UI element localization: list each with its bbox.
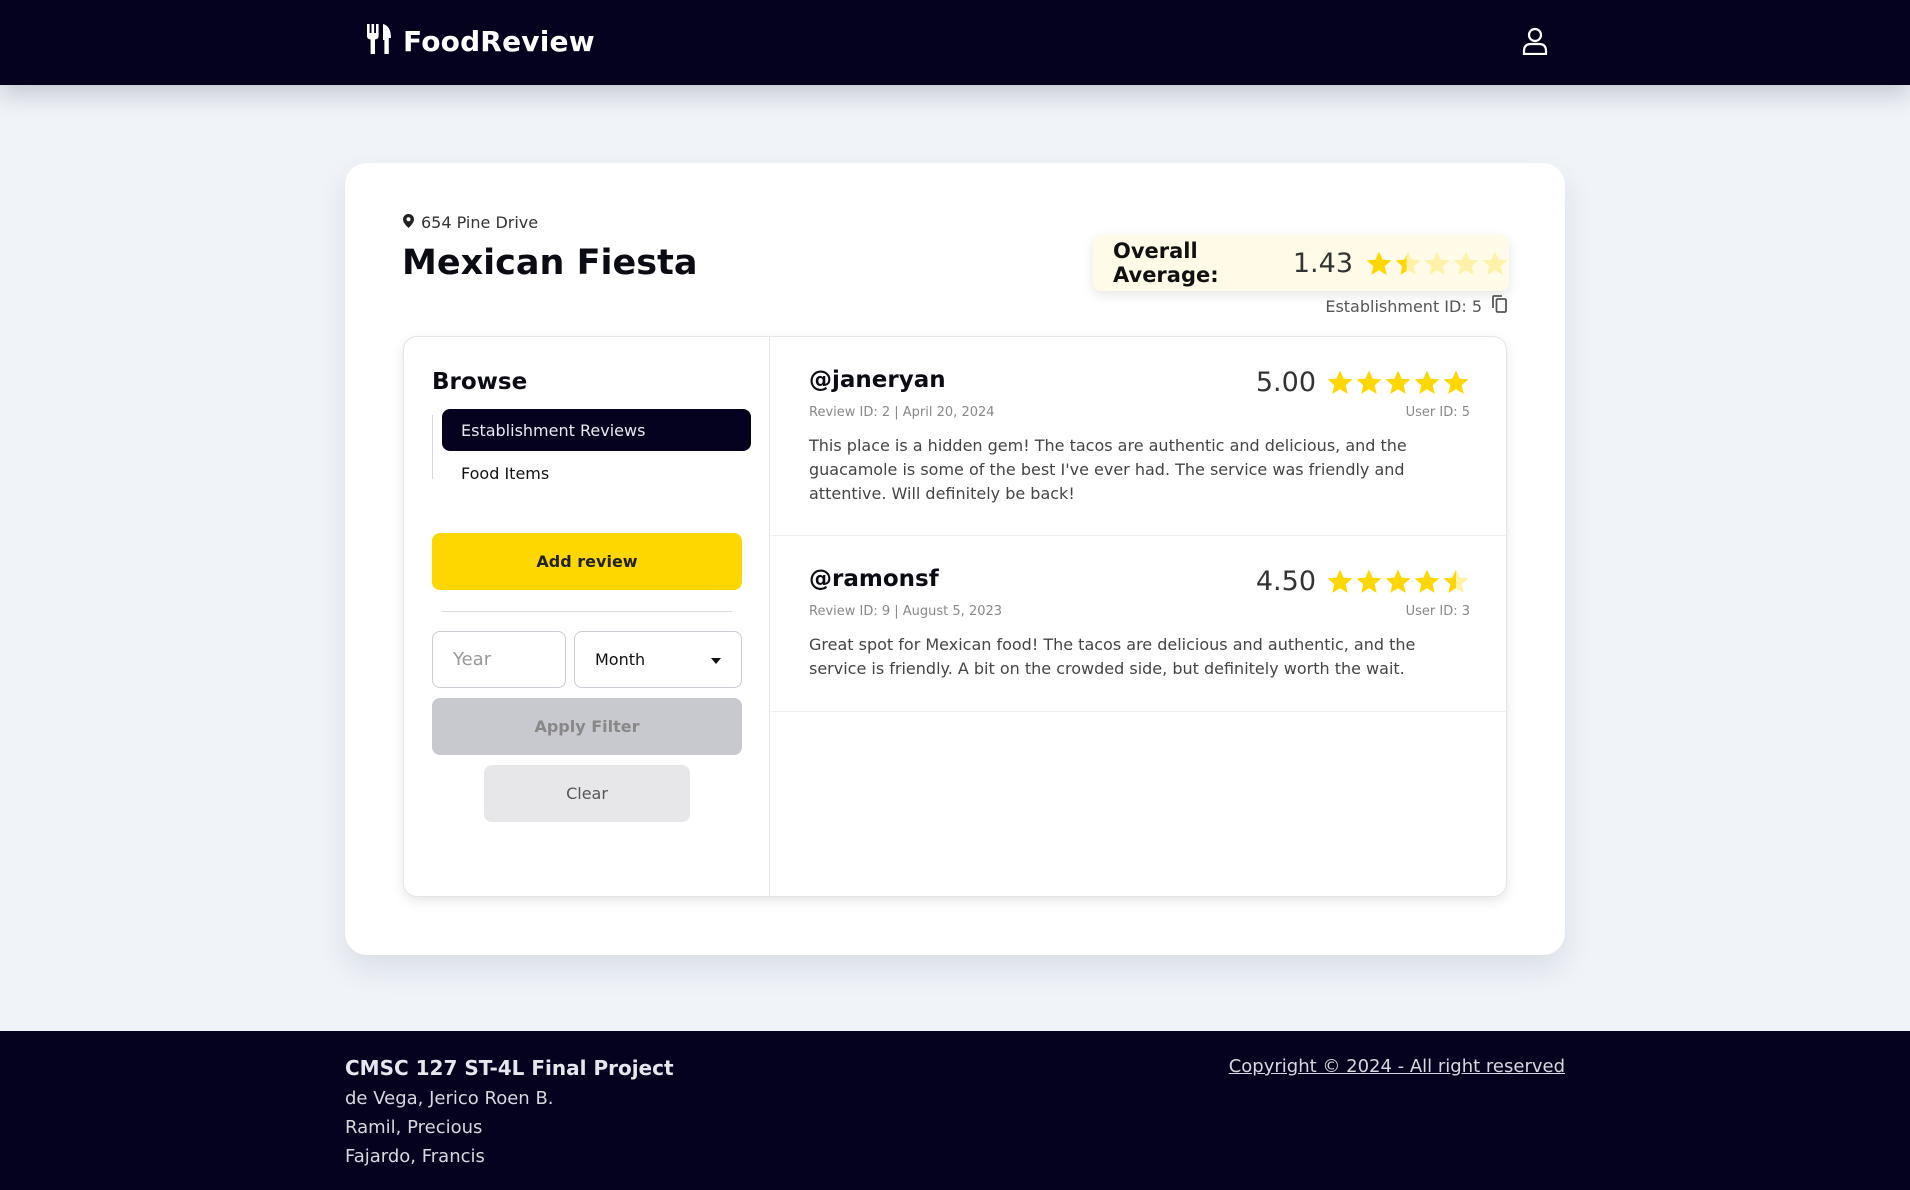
star-icon: [1366, 251, 1392, 275]
establishment-id: Establishment ID: 5: [1325, 295, 1507, 317]
utensils-icon: [365, 24, 393, 58]
apply-filter-button[interactable]: Apply Filter: [432, 698, 742, 755]
overall-average-label: Overall Average:: [1113, 239, 1219, 287]
review-score-value: 4.50: [1255, 566, 1316, 597]
star-icon: [1443, 370, 1469, 394]
review-rating-stars: [1326, 369, 1470, 396]
review-body: Great spot for Mexican food! The tacos a…: [809, 635, 1416, 678]
star-icon: [1424, 251, 1450, 275]
overall-average: Overall Average: 1.43: [1093, 235, 1509, 291]
star-icon: [1356, 569, 1382, 593]
review-item: @ramonsf Review ID: 9 | August 5, 2023 4…: [771, 536, 1506, 712]
star-icon: [1327, 569, 1353, 593]
footer-member: Ramil, Precious: [345, 1117, 483, 1138]
review-user-id: User ID: 3: [1405, 604, 1470, 619]
browse-title: Browse: [432, 369, 528, 395]
review-body: This place is a hidden gem! The tacos ar…: [809, 436, 1407, 503]
star-icon: [1482, 251, 1508, 275]
star-icon: [1385, 370, 1411, 394]
divider: [442, 611, 732, 612]
review-score-value: 5.00: [1255, 367, 1316, 398]
star-icon: [1414, 370, 1440, 394]
star-icon: [1443, 569, 1469, 593]
overall-rating-stars: [1365, 250, 1509, 277]
browse-sidebar: Browse Establishment Reviews Food Items …: [404, 337, 770, 896]
location-pin-icon: [403, 213, 414, 232]
app-name: FoodReview: [403, 24, 595, 58]
star-icon: [1356, 370, 1382, 394]
review-item: @janeryan Review ID: 2 | April 20, 2024 …: [771, 337, 1506, 536]
month-select[interactable]: Month: [574, 631, 742, 688]
brand-logo[interactable]: FoodReview: [365, 24, 595, 58]
star-icon: [1327, 370, 1353, 394]
establishment-name: Mexican Fiesta: [402, 243, 698, 283]
user-icon: [1522, 27, 1548, 59]
review-score: 4.50: [1256, 566, 1470, 597]
review-user-id: User ID: 5: [1405, 405, 1470, 420]
caret-down-icon: [711, 658, 721, 664]
nav-food-items[interactable]: Food Items: [442, 452, 751, 494]
footer: CMSC 127 ST-4L Final Project de Vega, Je…: [0, 1031, 1910, 1190]
review-score: 5.00: [1256, 367, 1470, 398]
nav-establishment-reviews[interactable]: Establishment Reviews: [442, 409, 751, 451]
footer-member: Fajardo, Francis: [345, 1146, 485, 1167]
review-list: @janeryan Review ID: 2 | April 20, 2024 …: [771, 337, 1506, 896]
star-icon: [1395, 251, 1421, 275]
add-review-button[interactable]: Add review: [432, 533, 742, 590]
clear-button[interactable]: Clear: [484, 765, 690, 822]
profile-button[interactable]: [1518, 26, 1552, 60]
year-input[interactable]: [432, 631, 566, 688]
star-icon: [1414, 569, 1440, 593]
overall-average-value: 1.43: [1292, 247, 1353, 279]
star-icon: [1453, 251, 1479, 275]
reviews-panel: Browse Establishment Reviews Food Items …: [403, 336, 1507, 897]
establishment-card: 654 Pine Drive Mexican Fiesta Overall Av…: [345, 163, 1565, 955]
footer-title: CMSC 127 ST-4L Final Project: [345, 1056, 674, 1080]
review-username[interactable]: @ramonsf: [809, 566, 939, 592]
address: 654 Pine Drive: [403, 213, 538, 232]
footer-member: de Vega, Jerico Roen B.: [345, 1088, 554, 1109]
review-meta: Review ID: 2 | April 20, 2024: [809, 405, 995, 420]
review-rating-stars: [1326, 568, 1470, 595]
nav-divider: [432, 415, 433, 479]
top-navbar: FoodReview: [0, 0, 1910, 85]
star-icon: [1385, 569, 1411, 593]
establishment-id-text: Establishment ID: 5: [1325, 296, 1482, 316]
address-text: 654 Pine Drive: [421, 213, 539, 232]
copy-icon[interactable]: [1492, 295, 1507, 317]
month-select-value: Month: [595, 650, 646, 669]
review-meta: Review ID: 9 | August 5, 2023: [809, 604, 1003, 619]
review-username[interactable]: @janeryan: [809, 367, 946, 393]
copyright-link[interactable]: Copyright © 2024 - All right reserved: [1229, 1056, 1565, 1077]
